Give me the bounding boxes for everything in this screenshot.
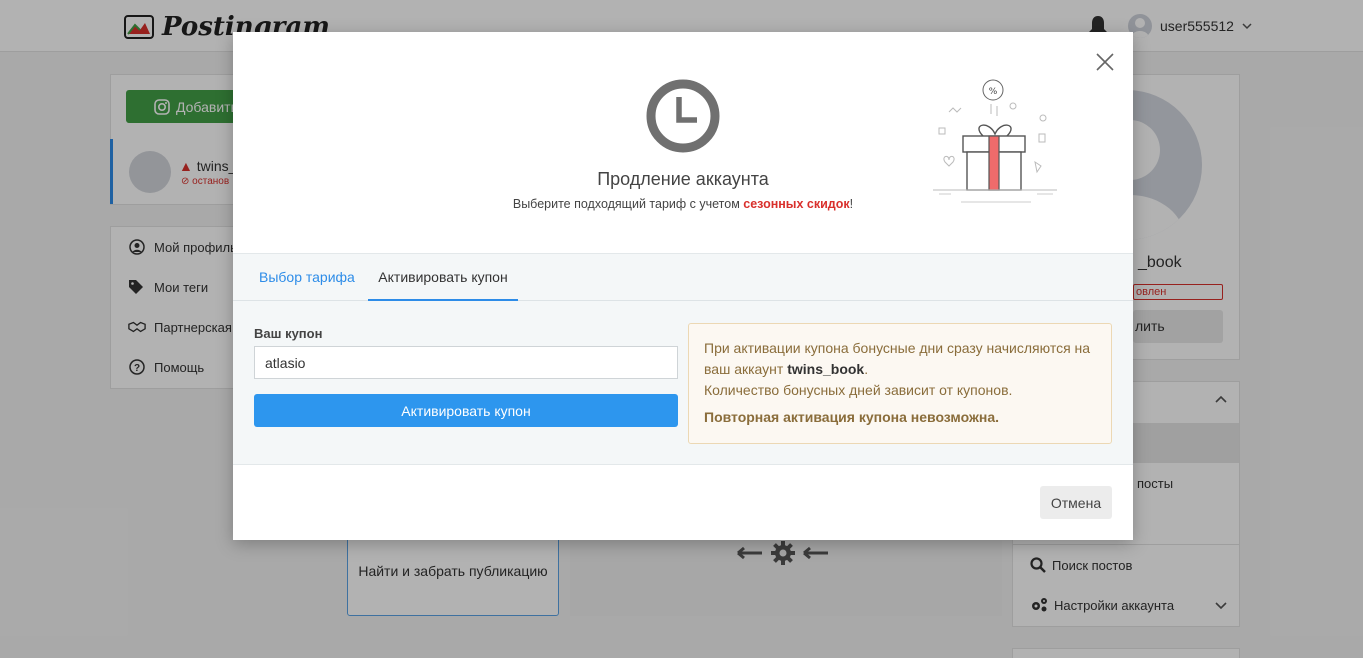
svg-text:%: % <box>989 87 998 97</box>
info-warning: Повторная активация купона невозможна. <box>704 409 1000 425</box>
info-account-name: twins_book <box>787 361 865 377</box>
activate-coupon-button[interactable]: Активировать купон <box>254 394 678 427</box>
coupon-label: Ваш купон <box>254 326 323 341</box>
renew-account-modal: Продление аккаунта Выберите подходящий т… <box>233 32 1133 540</box>
tab-select-tariff[interactable]: Выбор тарифа <box>259 254 355 301</box>
cancel-button[interactable]: Отмена <box>1040 486 1112 519</box>
gift-illustration: % <box>933 79 1057 203</box>
discount-highlight: сезонных скидок <box>743 197 850 211</box>
info-line-1: При активации купона бонусные дни сразу … <box>704 340 1091 377</box>
tabs-section: Выбор тарифа Активировать купон Ваш купо… <box>233 253 1133 465</box>
clock-icon <box>646 79 720 153</box>
coupon-info-box: При активации купона бонусные дни сразу … <box>688 323 1112 444</box>
tab-bar: Выбор тарифа Активировать купон <box>233 254 1133 301</box>
info-line-2: Количество бонусных дней зависит от купо… <box>704 382 1013 398</box>
tab-activate-coupon[interactable]: Активировать купон <box>368 254 518 301</box>
close-icon[interactable] <box>1093 50 1117 74</box>
coupon-input[interactable] <box>254 346 678 379</box>
